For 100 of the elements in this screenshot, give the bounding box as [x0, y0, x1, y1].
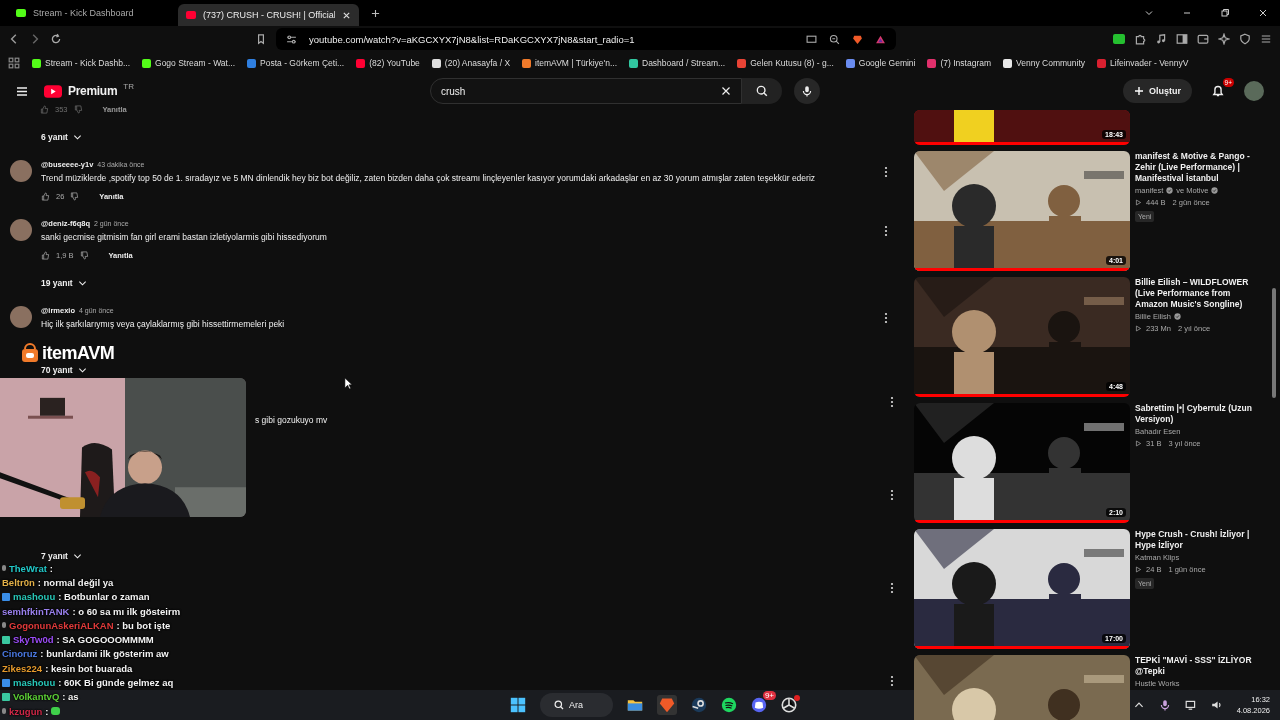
- more-icon[interactable]: [884, 225, 888, 237]
- chat-username[interactable]: mashouu: [13, 591, 56, 603]
- chat-username[interactable]: mashouu: [13, 677, 56, 688]
- sponsor-logo: itemAVM: [42, 344, 115, 362]
- search-icon: [755, 85, 768, 97]
- menu-icon[interactable]: [16, 85, 28, 97]
- thumbs-up-icon[interactable]: [41, 251, 50, 260]
- browser-tab[interactable]: (737) CRUSH - CRUSH! | Official: [178, 4, 359, 26]
- bell-icon[interactable]: [1211, 84, 1225, 98]
- microphone-icon[interactable]: [1158, 699, 1171, 711]
- replies-toggle[interactable]: 19 yanıt: [41, 278, 87, 288]
- video-title[interactable]: manifest & Motive & Pango - Zehir (Live Performance) | Manifestival İstanbul: [1135, 151, 1263, 184]
- browser-tab[interactable]: Stream - Kick Dashboard: [8, 2, 174, 24]
- bookmark-item[interactable]: (7) Instagram: [927, 58, 992, 68]
- chat-username[interactable]: SkyTw0d: [13, 634, 54, 646]
- windows-icon[interactable]: [510, 697, 526, 713]
- extension-icon[interactable]: [1113, 34, 1125, 44]
- bookmark-item[interactable]: Gelen Kutusu (8) - g...: [737, 58, 834, 68]
- bookmark-item[interactable]: Gogo Stream - Wat...: [142, 58, 236, 68]
- chat-username[interactable]: TheWrat: [9, 562, 47, 574]
- more-icon[interactable]: [890, 675, 894, 687]
- video-title[interactable]: Billie Eilish – WILDFLOWER (Live Performance from Amazon Music's Songline): [1135, 277, 1263, 310]
- thumbs-down-icon[interactable]: [73, 105, 83, 114]
- create-button[interactable]: Oluştur: [1123, 79, 1192, 103]
- chevron-down-icon[interactable]: [1144, 8, 1154, 18]
- cast-icon[interactable]: [806, 33, 817, 45]
- steam-icon[interactable]: [691, 697, 707, 713]
- close-icon[interactable]: [342, 10, 351, 20]
- more-icon[interactable]: [890, 582, 894, 594]
- youtube-logo-icon[interactable]: [44, 84, 62, 98]
- chat-username[interactable]: semhfkinTANK: [2, 605, 70, 617]
- plus-icon[interactable]: [371, 8, 380, 18]
- sidebar-icon[interactable]: [1176, 33, 1188, 45]
- thumbs-up-icon[interactable]: [40, 105, 49, 114]
- clear-icon[interactable]: [720, 86, 731, 96]
- thumbs-down-icon[interactable]: [79, 251, 89, 260]
- chat-username[interactable]: Zikes224: [2, 662, 43, 674]
- more-icon[interactable]: [884, 312, 888, 324]
- square-logo-icon: [142, 58, 152, 68]
- chat-message: : Botbunlar o zaman: [58, 591, 150, 603]
- spotify-icon[interactable]: [721, 697, 737, 713]
- thumbs-up-icon[interactable]: [41, 192, 50, 201]
- chat-message: : bu bot işte: [116, 619, 171, 631]
- replies-toggle[interactable]: 6 yanıt: [41, 132, 82, 142]
- video-title[interactable]: Hype Crush - Crush! İzliyor | Hype İzliyor: [1135, 529, 1263, 551]
- network-icon[interactable]: [1184, 699, 1197, 711]
- bookmark-icon[interactable]: [255, 33, 267, 45]
- bookmark-item[interactable]: Dashboard / Stream...: [629, 58, 726, 68]
- chat-badge-icon: [2, 592, 10, 601]
- replies-toggle[interactable]: 70 yanıt: [41, 365, 87, 375]
- chat-username[interactable]: Beltr0n: [2, 576, 35, 588]
- bookmark-item[interactable]: Venny Community: [1003, 58, 1085, 68]
- wallet-icon[interactable]: [1197, 33, 1209, 45]
- video-title[interactable]: TEPKİ "MAVİ - SSS" İZLİYOR @Tepki: [1135, 655, 1263, 677]
- scrollbar-thumb[interactable]: [1272, 288, 1276, 398]
- microphone-button[interactable]: [793, 78, 820, 104]
- replies-toggle[interactable]: 7 yanıt: [41, 551, 82, 561]
- sparkle-icon[interactable]: [1218, 33, 1230, 45]
- more-icon[interactable]: [890, 396, 894, 408]
- tune-icon[interactable]: [286, 33, 297, 45]
- discord-icon[interactable]: [751, 697, 767, 713]
- region-label: TR: [123, 82, 134, 91]
- bookmark-item[interactable]: (20) Anasayfa / X: [431, 58, 511, 68]
- bookmark-item[interactable]: Posta - Görkem Çeti...: [247, 58, 345, 68]
- chat-username[interactable]: Cinoruz: [2, 648, 38, 660]
- thumbs-down-icon[interactable]: [70, 192, 80, 201]
- taskbar-search[interactable]: Ara: [540, 693, 613, 717]
- bookmark-item[interactable]: itemAVM | Türkiye'n...: [522, 58, 617, 68]
- more-icon[interactable]: [890, 489, 894, 501]
- triangle-icon[interactable]: [875, 33, 886, 45]
- comment-text: Trend müziklerde ,spotify top 50 de 1. sıradayız ve 5 MN dinlendik hey biz bot değiliz, zaten bizden daha çok streamı linçleyenler kasıyor yorumdaki arkadaşlar en az 30 yorum atmışlar zaten teşekkür ederiz: [41, 173, 817, 183]
- bookmark-item[interactable]: Google Gemini: [845, 58, 916, 68]
- video-title[interactable]: Sabrettim |•| Cyberrulz (Uzun Versiyon): [1135, 403, 1263, 425]
- zoom-out-icon[interactable]: [829, 33, 840, 45]
- bookmark-item[interactable]: (82) YouTube: [356, 58, 420, 68]
- speaker-icon[interactable]: [1210, 699, 1223, 711]
- shield-icon[interactable]: [1239, 33, 1251, 45]
- folder-icon[interactable]: [627, 697, 643, 713]
- bookmark-item[interactable]: Lifeinvader - VennyV: [1097, 58, 1189, 68]
- aperture-icon[interactable]: [781, 697, 797, 713]
- comment-text: Hiç ilk şarkılarıymış veya çaylaklarmış gibi hissettirmemeleri peki: [41, 319, 286, 329]
- plus-icon: [1134, 86, 1144, 96]
- chat-username[interactable]: VolkantvQ: [13, 691, 60, 703]
- search-icon: [554, 700, 564, 710]
- address-bar[interactable]: youtube.com/watch?v=aKGCXYX7jN8&list=RDaKGCXYX7jN8&start_radio=1: [276, 28, 896, 50]
- alert-dot: [794, 695, 800, 701]
- puzzle-icon[interactable]: [1134, 33, 1146, 45]
- chat-username[interactable]: GogonunAskeriALKAN: [9, 619, 114, 631]
- reload-icon[interactable]: [50, 33, 62, 45]
- apps-grid-icon[interactable]: [8, 57, 20, 69]
- avatar[interactable]: [1244, 81, 1264, 101]
- close-icon[interactable]: [1258, 8, 1268, 18]
- music-note-icon[interactable]: [1155, 33, 1167, 45]
- more-icon[interactable]: [884, 166, 888, 178]
- bookmark-item[interactable]: Stream - Kick Dashb...: [32, 58, 131, 68]
- chat-message: : o 60 sa mı ilk gösteirm: [72, 605, 181, 617]
- restore-icon[interactable]: [1220, 8, 1230, 18]
- premium-label: Premium: [68, 84, 118, 98]
- search-button[interactable]: [741, 78, 782, 104]
- search-field[interactable]: crush: [429, 78, 742, 104]
